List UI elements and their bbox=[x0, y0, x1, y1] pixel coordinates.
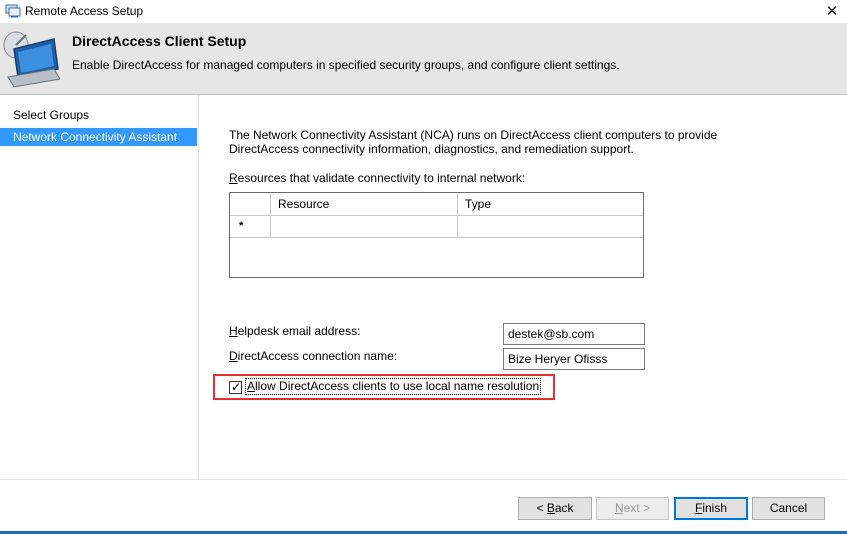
grid-cell-resource[interactable] bbox=[271, 215, 458, 237]
helpdesk-email-input[interactable] bbox=[503, 323, 645, 345]
resources-label-text: esources that validate connectivity to i… bbox=[237, 171, 526, 185]
wizard-header: DirectAccess Client Setup Enable DirectA… bbox=[0, 23, 847, 95]
grid-column-type[interactable]: Type bbox=[458, 193, 643, 215]
grid-new-row[interactable]: * bbox=[230, 215, 643, 238]
laptop-satellite-icon bbox=[3, 31, 61, 88]
nav-item-select-groups[interactable]: Select Groups bbox=[0, 106, 197, 124]
back-prefix: < bbox=[536, 501, 547, 515]
close-icon: ✕ bbox=[825, 3, 839, 20]
cancel-button[interactable]: Cancel bbox=[752, 497, 825, 520]
next-rest: ext > bbox=[623, 501, 651, 515]
conn-label-access-key: D bbox=[229, 349, 238, 363]
checkmark-icon: ✓ bbox=[231, 380, 242, 394]
conn-label-text: irectAccess connection name: bbox=[237, 349, 398, 363]
helpdesk-email-label: Helpdesk email address: bbox=[229, 324, 360, 338]
finish-rest: inish bbox=[702, 501, 728, 515]
close-button[interactable]: ✕ bbox=[817, 0, 847, 23]
nav-item-network-connectivity-assistant[interactable]: Network Connectivity Assistant bbox=[0, 128, 197, 146]
page-title: DirectAccess Client Setup bbox=[72, 33, 247, 49]
resources-label-access-key: R bbox=[229, 171, 238, 185]
email-label-text: elpdesk email address: bbox=[237, 324, 361, 338]
remote-access-app-icon bbox=[5, 4, 21, 18]
back-button[interactable]: < Back bbox=[518, 497, 592, 520]
grid-corner-header bbox=[230, 193, 271, 215]
title-bar: Remote Access Setup ✕ bbox=[0, 0, 847, 23]
email-label-access-key: H bbox=[229, 324, 238, 338]
wizard-nav: Select Groups Network Connectivity Assis… bbox=[0, 95, 199, 479]
finish-button[interactable]: Finish bbox=[674, 497, 748, 520]
window-title: Remote Access Setup bbox=[25, 4, 144, 18]
checkbox-access-key: A bbox=[247, 379, 256, 393]
resources-label: Resources that validate connectivity to … bbox=[229, 171, 525, 185]
page-subtitle: Enable DirectAccess for managed computer… bbox=[72, 58, 620, 72]
back-rest: ack bbox=[554, 501, 574, 515]
new-row-marker: * bbox=[230, 215, 271, 237]
local-name-resolution-checkbox[interactable]: ✓ bbox=[229, 380, 242, 394]
connection-name-input[interactable] bbox=[503, 348, 645, 370]
local-name-resolution-label[interactable]: Allow DirectAccess clients to use local … bbox=[244, 378, 542, 395]
intro-text: The Network Connectivity Assistant (NCA)… bbox=[229, 128, 718, 156]
next-button[interactable]: Next > bbox=[596, 497, 669, 520]
footer-divider bbox=[0, 479, 847, 480]
connection-name-label: DirectAccess connection name: bbox=[229, 349, 397, 363]
grid-header: Resource Type bbox=[230, 193, 643, 216]
next-access-key: N bbox=[614, 501, 624, 515]
grid-cell-type[interactable] bbox=[458, 215, 643, 237]
back-access-key: B bbox=[546, 501, 555, 515]
resources-grid[interactable]: Resource Type * bbox=[229, 192, 644, 278]
grid-column-resource[interactable]: Resource bbox=[271, 193, 458, 215]
